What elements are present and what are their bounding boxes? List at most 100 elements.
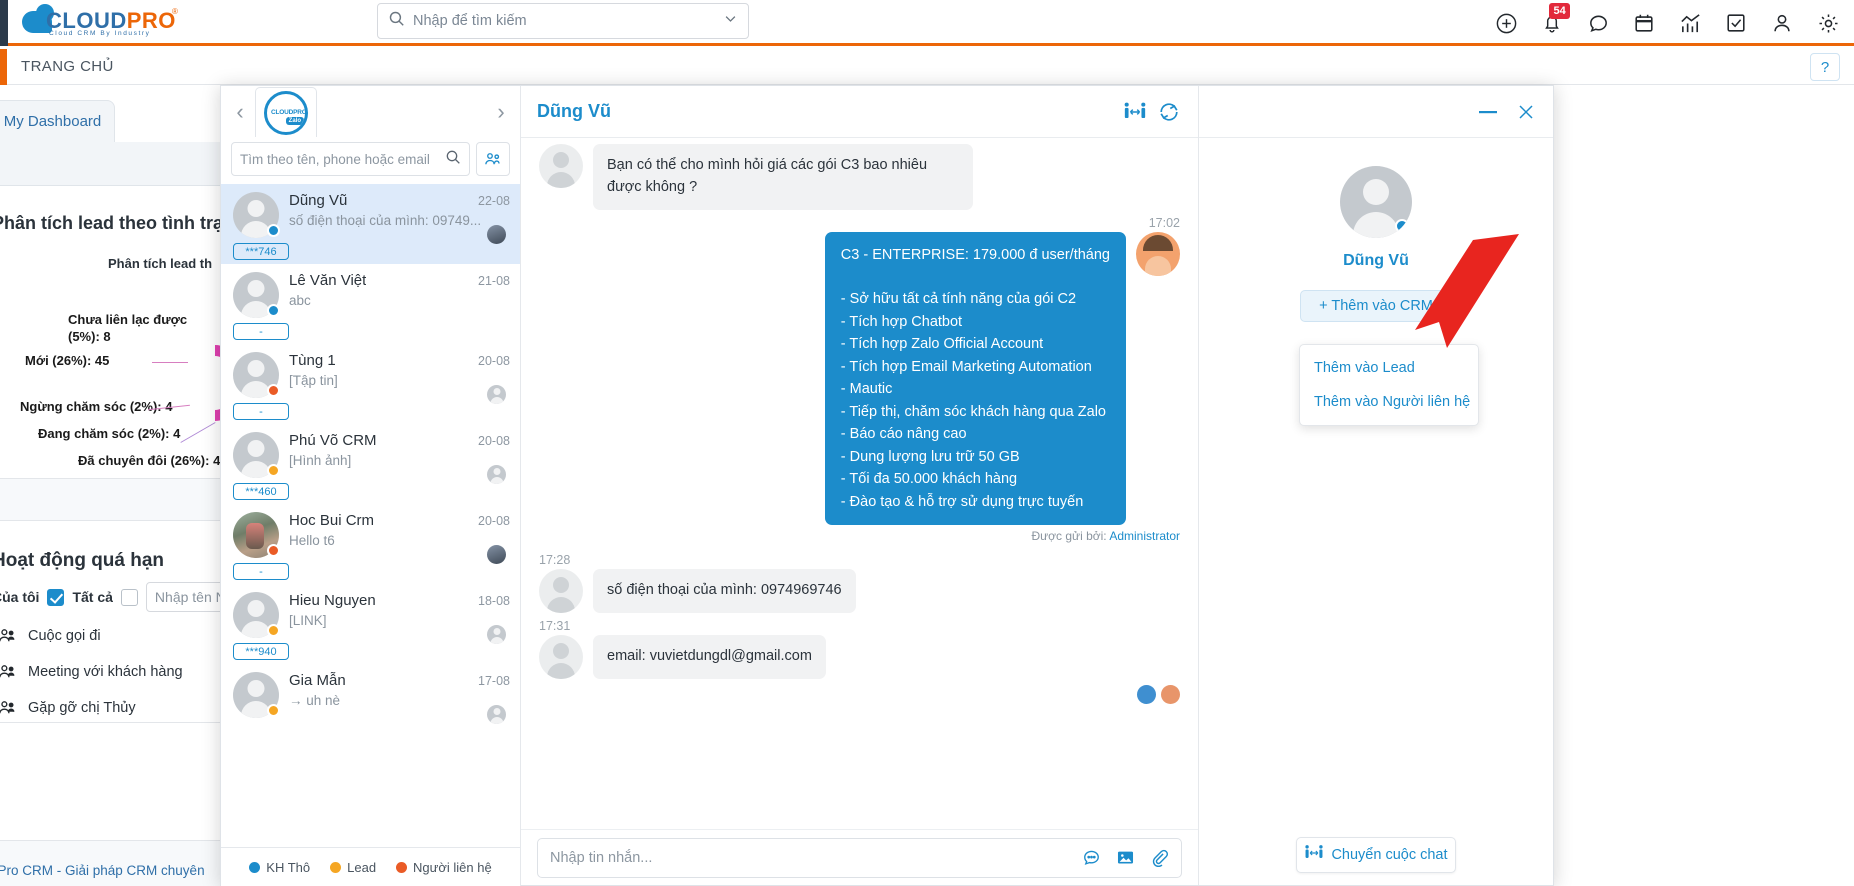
chevron-right-icon[interactable]: › bbox=[488, 92, 514, 132]
add-group-icon[interactable] bbox=[476, 142, 510, 176]
conversation-tag: ***460 bbox=[233, 483, 289, 500]
contact-person-icon bbox=[0, 663, 16, 681]
filter-all-checkbox[interactable] bbox=[121, 589, 138, 606]
message-bubble: số điện thoại của mình: 0974969746 bbox=[593, 569, 856, 613]
add-to-crm-menu: Thêm vào Lead Thêm vào Người liên hệ bbox=[1299, 344, 1479, 426]
contact-person-icon bbox=[0, 699, 16, 717]
message-row-incoming: Bạn có thể cho mình hỏi giá các gói C3 b… bbox=[539, 144, 1180, 210]
menu-item-add-contact[interactable]: Thêm vào Người liên hệ bbox=[1300, 385, 1478, 419]
profile-panel-header bbox=[1199, 86, 1553, 138]
overdue-item-2[interactable]: Gặp gỡ chị Thủy bbox=[0, 699, 136, 717]
conversation-tag: - bbox=[233, 403, 289, 420]
status-dot bbox=[267, 384, 280, 397]
add-circle-icon[interactable] bbox=[1494, 11, 1518, 35]
legend-dot bbox=[396, 862, 407, 873]
minimize-icon[interactable] bbox=[1477, 107, 1499, 117]
add-to-crm-button[interactable]: + Thêm vào CRM bbox=[1300, 290, 1452, 322]
bell-icon[interactable]: 54 bbox=[1540, 11, 1564, 35]
conversation-item[interactable]: Tùng 1 20-08 [Tập tin] - bbox=[221, 344, 520, 424]
transfer-chat-button[interactable]: Chuyển cuộc chat bbox=[1296, 837, 1456, 873]
conversation-search-placeholder: Tìm theo tên, phone hoặc email bbox=[240, 152, 439, 167]
close-icon[interactable] bbox=[1517, 103, 1535, 121]
overdue-item-label: Cuộc gọi đi bbox=[28, 628, 101, 644]
overdue-widget-title: Hoạt động quá hạn bbox=[0, 550, 164, 572]
assigned-agent-avatar bbox=[487, 625, 506, 644]
profile-panel-footer: Chuyển cuộc chat bbox=[1199, 829, 1553, 885]
avatar bbox=[1340, 166, 1412, 238]
overdue-item-label: Gặp gỡ chị Thủy bbox=[28, 700, 136, 716]
avatar bbox=[1136, 232, 1180, 276]
conversation-tag: - bbox=[233, 563, 289, 580]
filter-mine-checkbox[interactable] bbox=[47, 589, 64, 606]
conversation-item[interactable]: Hieu Nguyen 18-08 [LINK] ***940 bbox=[221, 584, 520, 664]
help-button[interactable]: ? bbox=[1810, 53, 1840, 81]
conversation-list-panel: ‹ CLOUDPRO Zalo › Tìm theo tên, phone ho… bbox=[221, 86, 521, 886]
conversation-search-row: Tìm theo tên, phone hoặc email bbox=[221, 138, 520, 184]
legend-label: KH Thô bbox=[266, 860, 310, 875]
conversation-name: Lê Văn Việt bbox=[289, 272, 366, 289]
chevron-left-icon[interactable]: ‹ bbox=[227, 92, 253, 132]
calendar-icon[interactable] bbox=[1632, 11, 1656, 35]
message-bubble: email: vuvietdungdl@gmail.com bbox=[593, 635, 826, 679]
search-icon[interactable] bbox=[445, 149, 461, 170]
cloudpro-logo[interactable]: CLOUDPRO ® Cloud CRM By Industry bbox=[22, 5, 202, 41]
emoji-icon[interactable] bbox=[1081, 848, 1101, 868]
overdue-widget-divider bbox=[0, 722, 230, 723]
conversation-preview: → uh nè bbox=[289, 693, 510, 708]
conversation-item[interactable]: Phú Võ CRM 20-08 [Hình ảnh] ***460 bbox=[221, 424, 520, 504]
zalo-avatar-text: CLOUDPRO bbox=[271, 109, 307, 116]
status-dot bbox=[267, 304, 280, 317]
conversation-name: Tùng 1 bbox=[289, 352, 336, 369]
legend-item-contact: Người liên hệ bbox=[396, 860, 492, 875]
menu-item-add-lead[interactable]: Thêm vào Lead bbox=[1300, 351, 1478, 385]
pie-label-1: (5%): 8 bbox=[68, 329, 111, 344]
lead-widget-title: Phân tích lead theo tình trạ bbox=[0, 213, 223, 234]
legend-label: Lead bbox=[347, 860, 376, 875]
avatar bbox=[539, 635, 583, 679]
conversation-time: 20-08 bbox=[478, 354, 510, 368]
profile-panel-body: Dũng Vũ + Thêm vào CRM Thêm vào Lead Thê… bbox=[1199, 138, 1553, 829]
tab-my-dashboard[interactable]: My Dashboard bbox=[0, 100, 115, 142]
conversation-tag: - bbox=[233, 323, 289, 340]
refresh-icon[interactable] bbox=[1156, 99, 1182, 125]
sent-by-name: Administrator bbox=[1109, 529, 1180, 543]
logo-tagline: Cloud CRM By Industry bbox=[49, 30, 151, 37]
thread-header: Dũng Vũ bbox=[521, 86, 1198, 138]
conversation-item[interactable]: Dũng Vũ 22-08 số điện thoại của mình: 09… bbox=[221, 184, 520, 264]
conversation-item[interactable]: Lê Văn Việt 21-08 abc - bbox=[221, 264, 520, 344]
transfer-chat-icon[interactable] bbox=[1122, 99, 1148, 125]
app-footer-text: dPro CRM - Giải pháp CRM chuyên bbox=[0, 863, 205, 878]
seen-avatar bbox=[1137, 685, 1156, 704]
conversation-list-header: ‹ CLOUDPRO Zalo › bbox=[221, 86, 520, 138]
analytics-icon[interactable] bbox=[1678, 11, 1702, 35]
task-check-icon[interactable] bbox=[1724, 11, 1748, 35]
legend-dot bbox=[249, 862, 260, 873]
top-navigation-bar: CLOUDPRO ® Cloud CRM By Industry Nhập để… bbox=[0, 0, 1854, 46]
global-search[interactable]: Nhập để tìm kiếm bbox=[377, 3, 749, 39]
avatar bbox=[233, 272, 279, 318]
status-dot bbox=[267, 624, 280, 637]
chevron-down-icon[interactable] bbox=[723, 11, 738, 31]
image-icon[interactable] bbox=[1115, 848, 1135, 868]
conversation-items: Dũng Vũ 22-08 số điện thoại của mình: 09… bbox=[221, 184, 520, 847]
legend-item-kh-tho: KH Thô bbox=[249, 860, 310, 875]
profile-name: Dũng Vũ bbox=[1343, 252, 1409, 270]
chat-bubble-icon[interactable] bbox=[1586, 11, 1610, 35]
message-composer: Nhập tin nhắn... bbox=[521, 829, 1198, 885]
conversation-search-input[interactable]: Tìm theo tên, phone hoặc email bbox=[231, 142, 470, 176]
conversation-item[interactable]: Hoc Bui Crm 20-08 Hello t6 - bbox=[221, 504, 520, 584]
overdue-item-1[interactable]: Meeting với khách hàng bbox=[0, 663, 183, 681]
message-input[interactable]: Nhập tin nhắn... bbox=[537, 838, 1182, 878]
overdue-item-0[interactable]: Cuộc gọi đi bbox=[0, 627, 101, 645]
settings-gear-icon[interactable] bbox=[1816, 11, 1840, 35]
message-list: Bạn có thể cho mình hỏi giá các gói C3 b… bbox=[521, 138, 1198, 829]
user-icon[interactable] bbox=[1770, 11, 1794, 35]
thread-title: Dũng Vũ bbox=[537, 101, 1114, 122]
avatar bbox=[233, 352, 279, 398]
pie-leader-line-2 bbox=[180, 422, 215, 443]
search-input[interactable]: Nhập để tìm kiếm bbox=[413, 13, 715, 29]
attachment-icon[interactable] bbox=[1149, 848, 1169, 868]
pie-label-3: Ngừng chăm sóc (2%): 4 bbox=[20, 399, 172, 414]
zalo-account-tab[interactable]: CLOUDPRO Zalo bbox=[255, 87, 317, 137]
conversation-item[interactable]: Gia Mẫn 17-08 → uh nè bbox=[221, 664, 520, 744]
